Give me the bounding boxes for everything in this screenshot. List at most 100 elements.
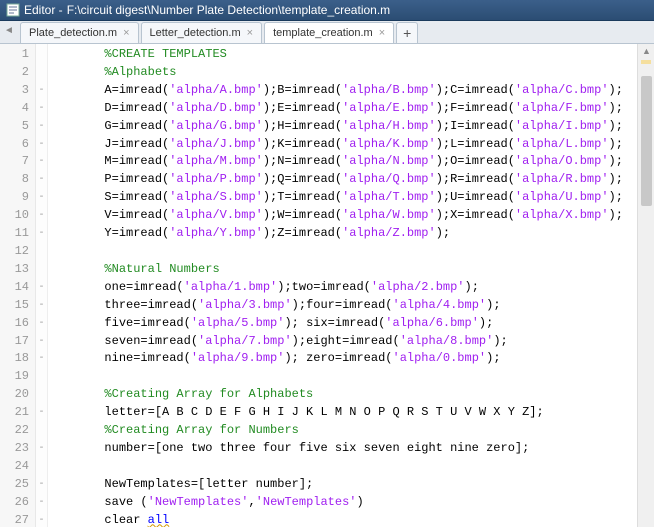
fold-toggle-icon[interactable]: - bbox=[36, 350, 47, 368]
code-line[interactable]: V=imread('alpha/V.bmp');W=imread('alpha/… bbox=[54, 207, 650, 225]
fold-toggle-icon[interactable]: - bbox=[36, 440, 47, 458]
line-number: 19 bbox=[0, 368, 29, 386]
fold-spacer bbox=[36, 386, 47, 404]
fold-toggle-icon[interactable]: - bbox=[36, 118, 47, 136]
fold-toggle-icon[interactable]: - bbox=[36, 333, 47, 351]
line-number: 4 bbox=[0, 100, 29, 118]
fold-toggle-icon[interactable]: - bbox=[36, 100, 47, 118]
tab-scroll-left-icon[interactable]: ◄ bbox=[4, 25, 14, 36]
line-number: 11 bbox=[0, 225, 29, 243]
fold-spacer bbox=[36, 243, 47, 261]
close-icon[interactable]: × bbox=[247, 27, 253, 39]
code-line[interactable]: five=imread('alpha/5.bmp'); six=imread('… bbox=[54, 315, 650, 333]
scroll-up-icon[interactable]: ▲ bbox=[642, 46, 651, 56]
code-line[interactable]: Y=imread('alpha/Y.bmp');Z=imread('alpha/… bbox=[54, 225, 650, 243]
line-number: 9 bbox=[0, 189, 29, 207]
code-line[interactable] bbox=[54, 458, 650, 476]
fold-toggle-icon[interactable]: - bbox=[36, 297, 47, 315]
code-line[interactable]: M=imread('alpha/M.bmp');N=imread('alpha/… bbox=[54, 153, 650, 171]
fold-toggle-icon[interactable]: - bbox=[36, 512, 47, 529]
line-number: 3 bbox=[0, 82, 29, 100]
titlebar: Editor - F:\circuit digest\Number Plate … bbox=[0, 0, 654, 21]
line-number: 1 bbox=[0, 46, 29, 64]
line-number: 23 bbox=[0, 440, 29, 458]
code-line[interactable]: number=[one two three four five six seve… bbox=[54, 440, 650, 458]
code-line[interactable]: nine=imread('alpha/9.bmp'); zero=imread(… bbox=[54, 350, 650, 368]
code-line[interactable]: %CREATE TEMPLATES bbox=[54, 46, 650, 64]
tab-label: template_creation.m bbox=[273, 27, 373, 39]
fold-toggle-icon[interactable]: - bbox=[36, 279, 47, 297]
line-number: 27 bbox=[0, 512, 29, 529]
line-number: 18 bbox=[0, 350, 29, 368]
line-number: 22 bbox=[0, 422, 29, 440]
line-number: 15 bbox=[0, 297, 29, 315]
fold-toggle-icon[interactable]: - bbox=[36, 171, 47, 189]
close-icon[interactable]: × bbox=[379, 27, 385, 39]
code-line[interactable]: G=imread('alpha/G.bmp');H=imread('alpha/… bbox=[54, 118, 650, 136]
code-line[interactable]: %Natural Numbers bbox=[54, 261, 650, 279]
fold-toggle-icon[interactable]: - bbox=[36, 494, 47, 512]
fold-toggle-icon[interactable]: - bbox=[36, 225, 47, 243]
line-number: 21 bbox=[0, 404, 29, 422]
tab-label: Letter_detection.m bbox=[150, 27, 241, 39]
line-number: 17 bbox=[0, 333, 29, 351]
code-line[interactable]: seven=imread('alpha/7.bmp');eight=imread… bbox=[54, 333, 650, 351]
fold-spacer bbox=[36, 64, 47, 82]
line-number: 24 bbox=[0, 458, 29, 476]
line-number: 10 bbox=[0, 207, 29, 225]
fold-toggle-icon[interactable]: - bbox=[36, 315, 47, 333]
tab-plate-detection[interactable]: Plate_detection.m × bbox=[20, 22, 139, 43]
code-line[interactable]: %Creating Array for Numbers bbox=[54, 422, 650, 440]
fold-spacer bbox=[36, 46, 47, 64]
fold-toggle-icon[interactable]: - bbox=[36, 189, 47, 207]
fold-toggle-icon[interactable]: - bbox=[36, 153, 47, 171]
code-line[interactable] bbox=[54, 368, 650, 386]
code-line[interactable]: three=imread('alpha/3.bmp');four=imread(… bbox=[54, 297, 650, 315]
fold-spacer bbox=[36, 368, 47, 386]
line-number: 13 bbox=[0, 261, 29, 279]
code-line[interactable]: letter=[A B C D E F G H I J K L M N O P … bbox=[54, 404, 650, 422]
code-line[interactable]: S=imread('alpha/S.bmp');T=imread('alpha/… bbox=[54, 189, 650, 207]
window-title: Editor - F:\circuit digest\Number Plate … bbox=[24, 3, 390, 17]
tab-label: Plate_detection.m bbox=[29, 27, 117, 39]
fold-toggle-icon[interactable]: - bbox=[36, 82, 47, 100]
code-area: 1234567891011121314151617181920212223242… bbox=[0, 44, 654, 527]
line-number: 16 bbox=[0, 315, 29, 333]
code-line[interactable]: save ('NewTemplates','NewTemplates') bbox=[54, 494, 650, 512]
marker-strip bbox=[641, 60, 651, 64]
line-number: 26 bbox=[0, 494, 29, 512]
code-line[interactable]: P=imread('alpha/P.bmp');Q=imread('alpha/… bbox=[54, 171, 650, 189]
line-number: 6 bbox=[0, 136, 29, 154]
code-line[interactable]: %Alphabets bbox=[54, 64, 650, 82]
line-number: 12 bbox=[0, 243, 29, 261]
scrollbar-vertical[interactable]: ▲ bbox=[637, 44, 654, 527]
fold-toggle-icon[interactable]: - bbox=[36, 207, 47, 225]
fold-spacer bbox=[36, 261, 47, 279]
code-line[interactable]: one=imread('alpha/1.bmp');two=imread('al… bbox=[54, 279, 650, 297]
code-line[interactable]: clear all bbox=[54, 512, 650, 527]
scrollbar-thumb[interactable] bbox=[641, 76, 652, 206]
line-number: 5 bbox=[0, 118, 29, 136]
code-line[interactable]: D=imread('alpha/D.bmp');E=imread('alpha/… bbox=[54, 100, 650, 118]
fold-toggle-icon[interactable]: - bbox=[36, 404, 47, 422]
tab-letter-detection[interactable]: Letter_detection.m × bbox=[141, 22, 263, 43]
code-line[interactable]: NewTemplates=[letter number]; bbox=[54, 476, 650, 494]
fold-toggle-icon[interactable]: - bbox=[36, 136, 47, 154]
code-line[interactable] bbox=[54, 243, 650, 261]
code-editor[interactable]: %CREATE TEMPLATES %Alphabets A=imread('a… bbox=[48, 44, 654, 527]
fold-toggle-icon[interactable]: - bbox=[36, 476, 47, 494]
code-line[interactable]: %Creating Array for Alphabets bbox=[54, 386, 650, 404]
close-icon[interactable]: × bbox=[123, 27, 129, 39]
line-number-gutter: 1234567891011121314151617181920212223242… bbox=[0, 44, 36, 527]
fold-spacer bbox=[36, 458, 47, 476]
fold-spacer bbox=[36, 422, 47, 440]
line-number: 25 bbox=[0, 476, 29, 494]
line-number: 14 bbox=[0, 279, 29, 297]
fold-gutter[interactable]: --------- ----- - - --- bbox=[36, 44, 48, 527]
title-path: F:\circuit digest\Number Plate Detection… bbox=[67, 3, 390, 17]
new-tab-button[interactable]: + bbox=[396, 22, 418, 43]
line-number: 2 bbox=[0, 64, 29, 82]
code-line[interactable]: J=imread('alpha/J.bmp');K=imread('alpha/… bbox=[54, 136, 650, 154]
tab-template-creation[interactable]: template_creation.m × bbox=[264, 22, 394, 43]
code-line[interactable]: A=imread('alpha/A.bmp');B=imread('alpha/… bbox=[54, 82, 650, 100]
